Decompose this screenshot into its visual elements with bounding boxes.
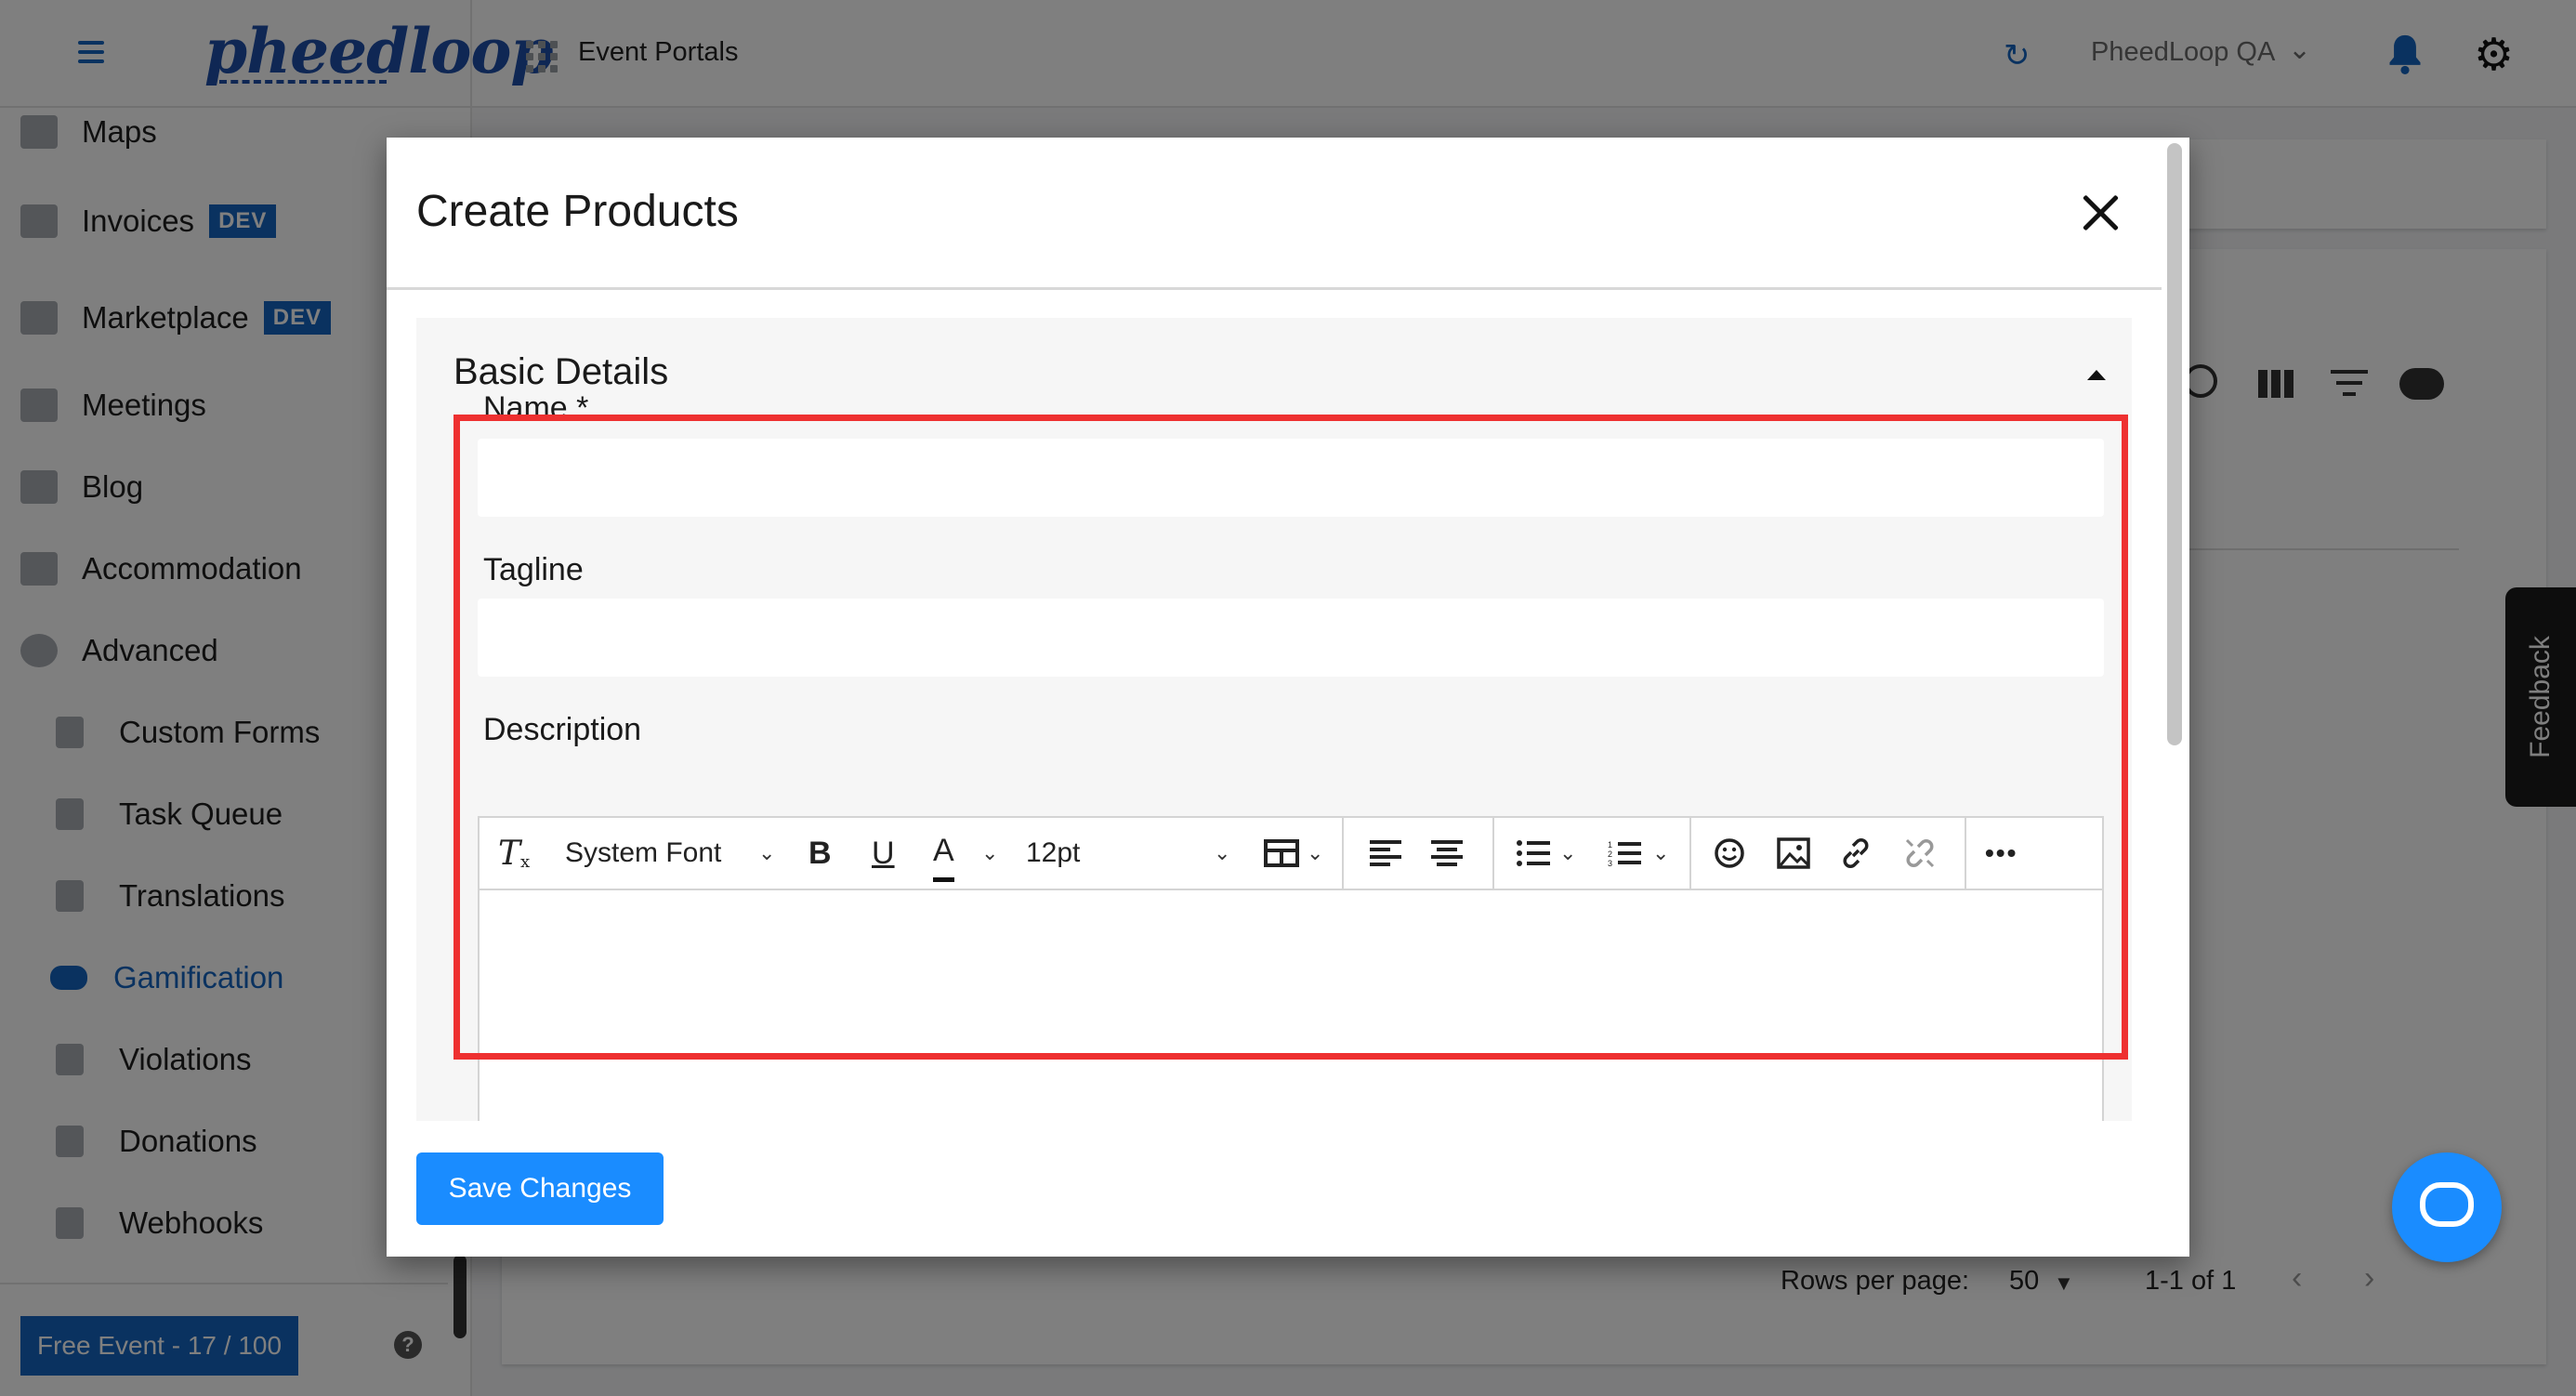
- align-left-icon[interactable]: [1370, 818, 1401, 889]
- bullet-list-icon[interactable]: [1517, 818, 1550, 889]
- underline-icon[interactable]: U: [872, 818, 895, 889]
- toolbar-divider: [1689, 818, 1691, 889]
- table-icon[interactable]: [1264, 818, 1299, 889]
- chevron-down-icon[interactable]: ⌄: [981, 818, 998, 889]
- close-icon[interactable]: [2080, 191, 2123, 234]
- link-icon[interactable]: [1838, 818, 1873, 889]
- font-family-value: System Font: [565, 837, 722, 868]
- numbered-list-icon[interactable]: 123: [1608, 818, 1641, 889]
- unlink-icon[interactable]: [1901, 818, 1939, 889]
- svg-text:1: 1: [1608, 840, 1612, 849]
- svg-text:2: 2: [1608, 849, 1612, 859]
- name-label: Name *: [483, 390, 589, 426]
- save-changes-button[interactable]: Save Changes: [416, 1152, 664, 1225]
- font-size-value: 12pt: [1026, 837, 1081, 868]
- tagline-input[interactable]: [478, 599, 2104, 677]
- description-label: Description: [483, 712, 642, 747]
- collapse-icon[interactable]: [2087, 370, 2106, 380]
- font-size-select[interactable]: 12pt: [1026, 818, 1080, 889]
- emoji-icon[interactable]: [1714, 818, 1745, 889]
- description-editor-area[interactable]: [480, 890, 2102, 1121]
- more-options-icon[interactable]: •••: [1985, 818, 2017, 889]
- align-center-icon[interactable]: [1431, 818, 1463, 889]
- toolbar-divider: [1342, 818, 1344, 889]
- chevron-down-icon[interactable]: ⌄: [1559, 818, 1576, 889]
- chevron-down-icon[interactable]: ⌄: [1214, 818, 1230, 889]
- clear-format-icon[interactable]: Tx: [498, 818, 530, 889]
- editor-toolbar: Tx System Font ⌄ B U A ⌄ 12pt ⌄ ⌄ ⌄ 1 2 …: [480, 818, 2102, 890]
- chevron-down-icon[interactable]: ⌄: [758, 818, 775, 889]
- basic-details-section: Basic Details Name * Tagline Description…: [416, 318, 2132, 1121]
- modal-header: Create Products: [387, 138, 2162, 290]
- description-editor: Tx System Font ⌄ B U A ⌄ 12pt ⌄ ⌄ ⌄ 1 2 …: [478, 816, 2104, 1121]
- text-color-icon[interactable]: A: [933, 824, 954, 882]
- create-products-modal: Create Products Basic Details Name * Tag…: [387, 138, 2189, 1257]
- modal-title: Create Products: [416, 187, 739, 236]
- name-input[interactable]: [478, 439, 2104, 517]
- image-icon[interactable]: [1777, 818, 1810, 889]
- toolbar-divider: [1492, 818, 1494, 889]
- svg-text:3: 3: [1608, 859, 1612, 867]
- modal-scrollbar[interactable]: [2167, 143, 2182, 745]
- chevron-down-icon[interactable]: ⌄: [1652, 818, 1669, 889]
- chat-launcher-button[interactable]: [2392, 1152, 2502, 1262]
- chevron-down-icon[interactable]: ⌄: [1307, 818, 1323, 889]
- toolbar-divider: [1965, 818, 1966, 889]
- bold-icon[interactable]: B: [808, 818, 832, 889]
- section-title[interactable]: Basic Details: [453, 351, 668, 393]
- font-family-select[interactable]: System Font: [565, 818, 721, 889]
- tagline-label: Tagline: [483, 552, 584, 587]
- chat-icon: [2420, 1182, 2474, 1227]
